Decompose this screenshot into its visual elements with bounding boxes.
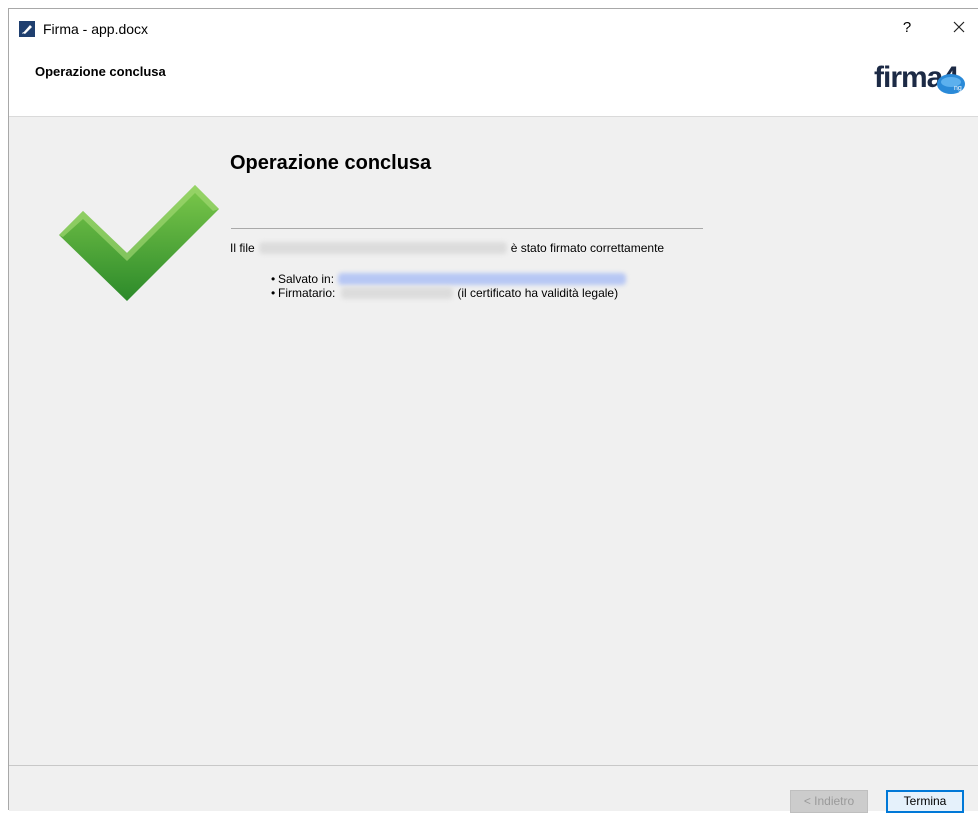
title-bar: Firma - app.docx ? [9,9,978,49]
logo-badge-text: ng [954,85,962,92]
redacted-signer-name [341,287,454,299]
saved-label: Salvato in: [278,272,335,286]
firma4ng-logo: firma4 ng [874,59,972,97]
bullet: • [271,272,276,286]
close-button[interactable] [947,18,971,40]
signer-note: (il certificato ha validità legale) [457,286,619,300]
divider [231,228,703,229]
logo-globe-icon: ng [937,74,965,94]
close-icon [953,21,965,33]
window-title: Firma - app.docx [43,21,149,37]
redacted-file-path [258,242,507,254]
result-title: Operazione conclusa [230,152,432,174]
bullet: • [271,286,276,300]
result-message: Il file è stato firmato correttamente [230,241,664,255]
app-signature-icon [19,21,35,37]
saved-path-link[interactable] [338,273,627,285]
list-item: • Salvato in: [271,272,630,286]
list-item: • Firmatario: (il certificato ha validit… [271,286,630,300]
wizard-footer: < Indietro Termina [9,766,978,813]
header-title: Operazione conclusa [35,64,166,79]
success-checkmark-icon [59,185,219,301]
help-button[interactable]: ? [897,18,917,38]
dialog-window: Firma - app.docx ? Operazione conclusa f… [8,8,978,813]
wizard-content: Operazione conclusa Il file è stato firm… [9,117,978,765]
file-prefix: Il file [230,241,255,255]
file-suffix: è stato firmato correttamente [510,241,665,255]
signer-label: Firmatario: [278,286,336,300]
result-details: • Salvato in: • Firmatario: (il certific… [271,272,630,300]
wizard-header: Operazione conclusa firma4 ng [9,49,978,117]
